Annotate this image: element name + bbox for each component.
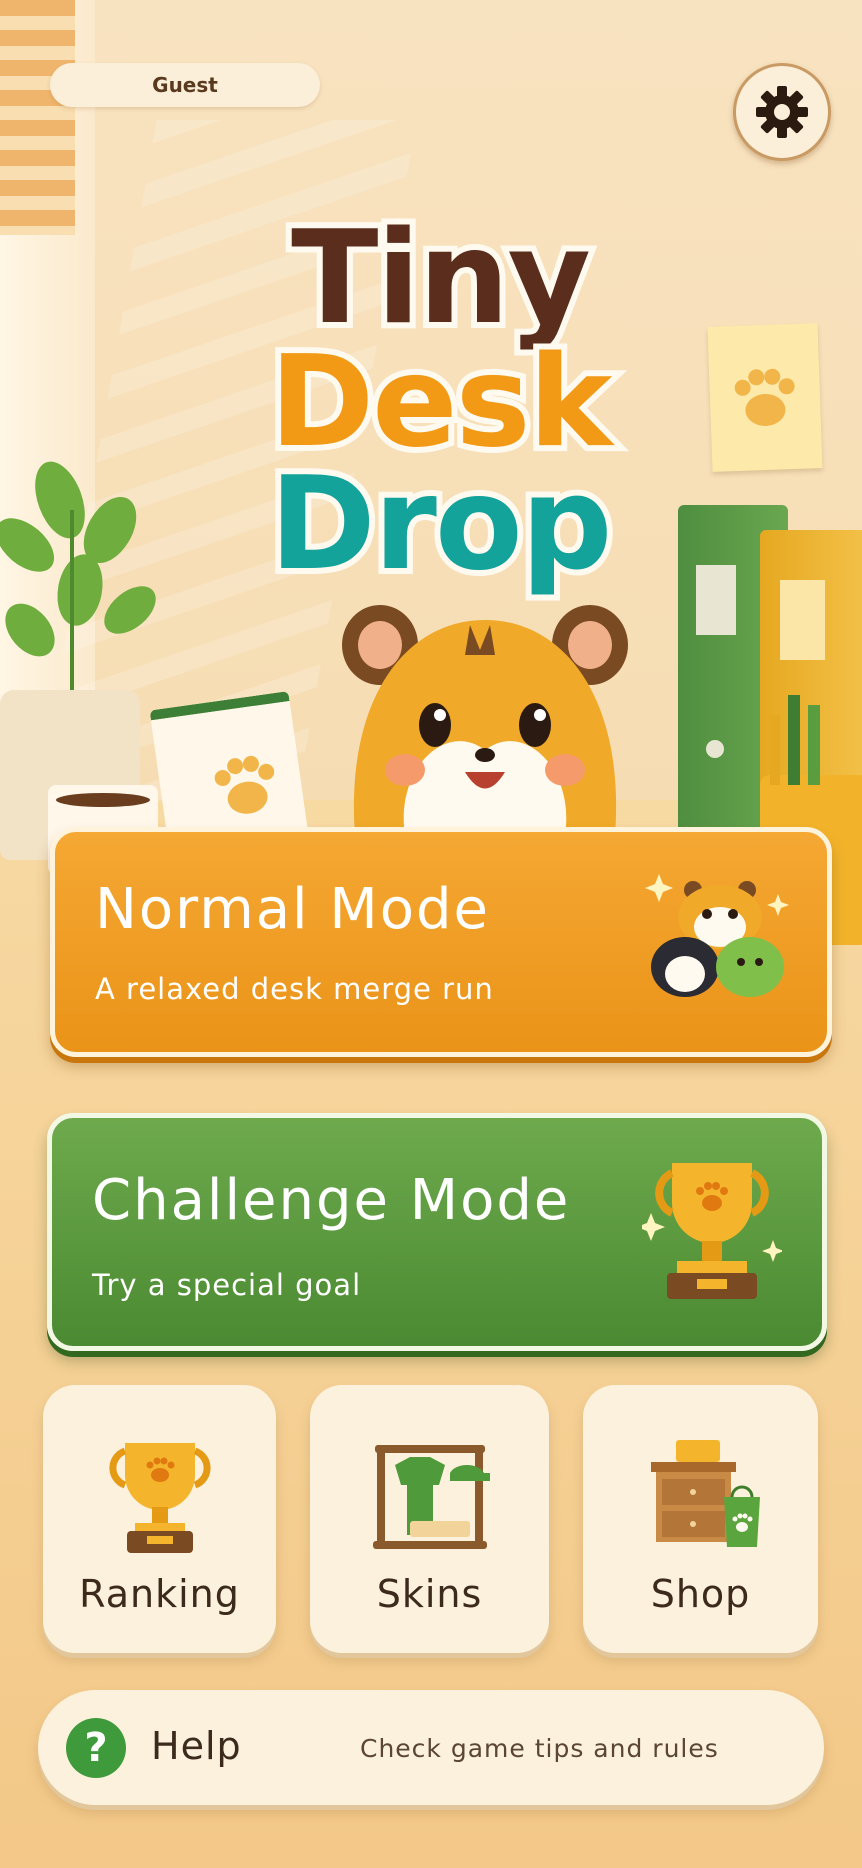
normal-mode-subtitle: A relaxed desk merge run	[95, 972, 494, 1006]
question-icon: ?	[66, 1718, 126, 1778]
ranking-button[interactable]: Ranking	[43, 1385, 276, 1653]
skins-button[interactable]: Skins	[310, 1385, 549, 1653]
challenge-mode-button[interactable]: Challenge Mode Try a special goal	[47, 1113, 827, 1351]
animal-friends-icon	[645, 874, 789, 997]
logo-line-drop: Drop	[264, 450, 619, 599]
shop-drawer-icon	[650, 1440, 760, 1547]
shop-label: Shop	[650, 1572, 751, 1616]
window-blinds	[0, 0, 75, 235]
settings-button[interactable]	[733, 63, 831, 161]
trophy-icon	[108, 1443, 211, 1553]
help-button[interactable]: ? Help Check game tips and rules	[38, 1690, 824, 1805]
plant-icon	[0, 461, 156, 710]
logo-line-tiny: Tiny	[285, 204, 597, 353]
help-description: Check game tips and rules	[360, 1734, 719, 1763]
shop-button[interactable]: Shop	[583, 1385, 818, 1653]
sticky-note	[707, 323, 823, 472]
paw-print-icon	[734, 368, 795, 426]
gear-icon	[756, 86, 808, 138]
game-logo: Tiny Desk Drop	[220, 204, 660, 615]
help-label: Help	[151, 1724, 242, 1768]
ranking-label: Ranking	[79, 1572, 240, 1616]
skins-label: Skins	[376, 1572, 483, 1616]
trophy-icon	[642, 1163, 782, 1299]
normal-mode-title: Normal Mode	[95, 877, 490, 942]
normal-mode-button[interactable]: Normal Mode A relaxed desk merge run	[50, 827, 832, 1057]
challenge-mode-subtitle: Try a special goal	[92, 1268, 362, 1302]
hamster-mascot	[342, 605, 628, 835]
user-name-label: Guest	[152, 73, 218, 97]
challenge-mode-title: Challenge Mode	[92, 1168, 571, 1233]
clothes-rack-icon	[372, 1445, 490, 1549]
user-name-pill[interactable]: Guest	[50, 63, 320, 107]
logo-line-desk: Desk	[264, 328, 619, 475]
